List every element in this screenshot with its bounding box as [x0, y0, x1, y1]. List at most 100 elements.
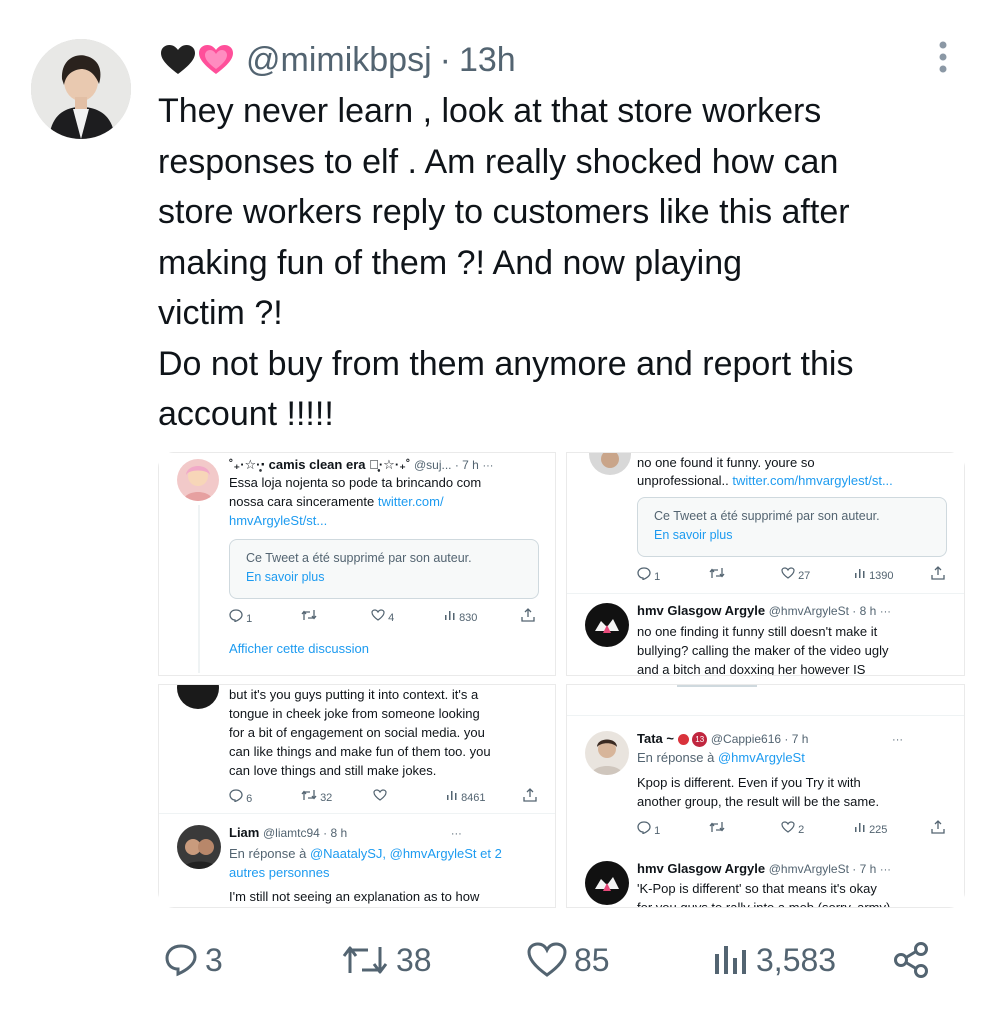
reply-to-users[interactable]: @NaatalySJ, @hmvArgyleSt et 2 — [310, 846, 502, 861]
reply-icon — [637, 821, 651, 835]
retweet-icon[interactable] — [709, 567, 725, 582]
view-count[interactable]: 8461 — [446, 789, 486, 804]
tweet-line: nossa cara sinceramente — [229, 494, 378, 509]
tweet-line: tongue in cheek joke from someone lookin… — [229, 706, 480, 721]
reply-to-users[interactable]: @hmvArgyleSt — [718, 750, 805, 765]
reply-icon — [637, 567, 651, 581]
heart-icon — [781, 821, 795, 833]
share-icon[interactable] — [523, 788, 537, 805]
more-icon[interactable]: ··· — [892, 734, 903, 746]
display-name[interactable]: ˚₊·☆·͙̥‧ camis clean era ‧͙̥·☆·₊˚ — [229, 457, 410, 472]
tweet-action-bar: 3 38 85 3,583 — [0, 935, 995, 985]
avatar — [177, 825, 221, 869]
heart-icon — [527, 942, 567, 977]
tweet-link[interactable]: twitter.com/ — [378, 494, 444, 509]
more-vertical-icon[interactable] — [930, 40, 956, 76]
divider — [159, 813, 555, 814]
tweet-media-grid[interactable]: ˚₊·☆·͙̥‧ camis clean era ‧͙̥·☆·₊˚ @suj..… — [158, 452, 965, 908]
reply-line: I'm still not seeing an explanation as t… — [229, 889, 480, 904]
apple-icon — [677, 734, 689, 746]
divider — [567, 593, 964, 594]
retweet-button[interactable]: 38 — [340, 935, 432, 985]
reply-line: 'K-Pop is different' so that means it's … — [637, 881, 877, 896]
handle-time: @liamtc94 · 8 h — [262, 826, 348, 840]
reply-icon — [165, 944, 197, 977]
heart-icon[interactable] — [373, 789, 387, 804]
share-button[interactable] — [892, 935, 930, 985]
reply-line: bullying? calling the maker of the video… — [637, 643, 889, 658]
media-image-2[interactable]: no one found it funny. youre so unprofes… — [566, 452, 965, 676]
heart-icon — [371, 609, 385, 621]
reply-count[interactable]: 1 — [637, 821, 660, 837]
reply-count: 3 — [205, 941, 223, 978]
divider — [567, 715, 964, 716]
like-count[interactable]: 2 — [781, 821, 804, 836]
tweet-line: can like things and make fun of them too… — [229, 744, 491, 759]
views-icon — [715, 946, 746, 974]
sparkling-heart-icon — [198, 44, 234, 76]
retweet-icon — [342, 946, 388, 974]
more-icon[interactable]: ··· — [451, 828, 462, 840]
deleted-quote-card[interactable]: Ce Tweet a été supprimé par son auteur. … — [229, 539, 539, 599]
reply-count[interactable]: 1 — [229, 609, 252, 625]
learn-more-link[interactable]: En savoir plus — [246, 570, 325, 584]
retweet-count[interactable]: 32 — [301, 789, 332, 804]
author-handle[interactable]: @mimikbpsj — [246, 41, 432, 80]
media-image-3[interactable]: but it's you guys putting it into contex… — [158, 684, 556, 908]
views-icon — [855, 823, 865, 832]
views-icon — [447, 791, 457, 800]
more-icon[interactable]: ··· — [482, 460, 493, 472]
view-count[interactable]: 830 — [444, 609, 477, 624]
display-name[interactable]: hmv Glasgow Argyle — [637, 603, 765, 618]
like-count[interactable]: 4 — [371, 609, 394, 624]
tweet-link[interactable]: twitter.com/hmvargylest/st... — [732, 473, 892, 488]
reply-to-users[interactable]: autres personnes — [229, 865, 329, 880]
tweet-line: unprofessional.. — [637, 473, 733, 488]
handle-time: @hmvArgyleSt · 8 h — [768, 604, 877, 618]
tweet-time[interactable]: 13h — [459, 41, 516, 80]
reply-line: no one finding it funny still doesn't ma… — [637, 624, 878, 639]
share-icon[interactable] — [931, 566, 945, 583]
view-count[interactable]: 225 — [854, 821, 887, 836]
handle-time: @suj... · 7 h — [413, 458, 479, 472]
quote-deleted-text: Ce Tweet a été supprimé par son auteur. — [654, 509, 880, 523]
author-avatar[interactable] — [31, 39, 131, 139]
badge: 13 — [692, 732, 708, 748]
reply-button[interactable]: 3 — [163, 935, 223, 985]
views-button[interactable]: 3,583 — [712, 935, 836, 985]
media-image-1[interactable]: ˚₊·☆·͙̥‧ camis clean era ‧͙̥·☆·₊˚ @suj..… — [158, 452, 556, 676]
reply-line: and a bitch and doxxing her however IS — [637, 662, 866, 676]
learn-more-link[interactable]: En savoir plus — [654, 528, 733, 542]
share-icon[interactable] — [931, 820, 945, 837]
like-button[interactable]: 85 — [526, 935, 610, 985]
retweet-icon[interactable] — [709, 821, 725, 836]
hmv-avatar — [585, 861, 629, 905]
reply-count[interactable]: 6 — [229, 789, 252, 805]
share-icon[interactable] — [521, 608, 535, 625]
like-count[interactable]: 27 — [781, 567, 810, 582]
tweet-line: can love things and still make jokes. — [229, 763, 437, 778]
deleted-quote-card[interactable]: Ce Tweet a été supprimé par son auteur. … — [637, 497, 947, 557]
display-name[interactable]: hmv Glasgow Argyle — [637, 861, 765, 876]
tweet-line: Essa loja nojenta so pode ta brincando c… — [229, 475, 482, 490]
tweet-link[interactable]: hmvArgyleSt/st... — [229, 513, 327, 528]
tweet-line: but it's you guys putting it into contex… — [229, 687, 479, 702]
reply-to-prefix: En réponse à — [637, 750, 718, 765]
views-icon — [445, 611, 455, 620]
tweet-line: another group, the result will be the sa… — [637, 794, 880, 809]
avatar — [585, 731, 629, 775]
reply-count[interactable]: 1 — [637, 567, 660, 583]
more-icon[interactable]: ··· — [880, 606, 891, 618]
media-image-4[interactable]: Tata ~ 13 @Cappie616 · 7 h ··· En répons… — [566, 684, 965, 908]
display-name[interactable]: Liam — [229, 825, 259, 840]
show-thread-link[interactable]: Afficher cette discussion — [229, 641, 369, 656]
reply-icon — [229, 609, 243, 623]
thread-line — [198, 505, 200, 673]
more-icon[interactable]: ··· — [880, 864, 891, 876]
like-count: 85 — [574, 941, 610, 978]
reply-line: for you guys to rally into a mob (sorry,… — [637, 900, 891, 908]
display-name[interactable]: Tata ~ — [637, 731, 674, 746]
retweet-icon[interactable] — [301, 609, 317, 624]
retweet-count: 38 — [396, 941, 432, 978]
view-count[interactable]: 1390 — [854, 567, 894, 582]
